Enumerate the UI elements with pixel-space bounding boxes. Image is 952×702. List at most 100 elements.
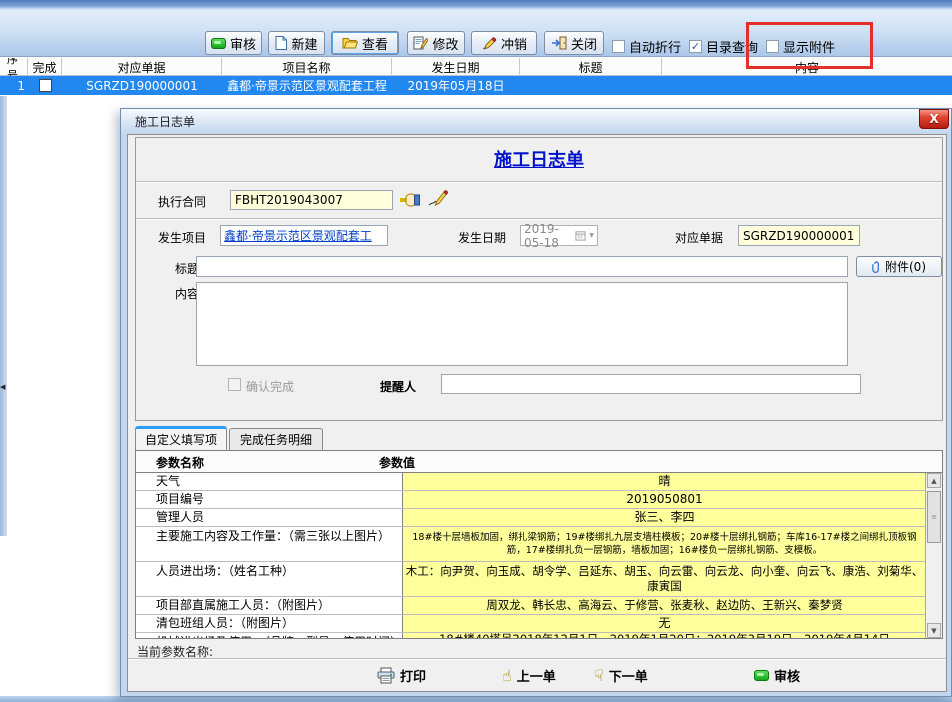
- tab-custom-fields-label: 自定义填写项: [145, 431, 217, 448]
- project-label: 发生项目: [158, 229, 206, 246]
- contract-label: 执行合同: [158, 193, 206, 210]
- footer-audit-icon: [754, 670, 769, 681]
- new-button-label: 新建: [291, 34, 317, 53]
- row-done-checkbox[interactable]: [39, 79, 52, 92]
- parameter-grid-header: 参数名称 参数值: [136, 451, 942, 473]
- date-picker[interactable]: 2019-05-18 ▼: [520, 225, 598, 246]
- list-row-selected[interactable]: 1 SGRZD190000001 鑫都·帝景示范区景观配套工程 2019年05月…: [0, 76, 952, 95]
- separator: [136, 181, 942, 183]
- print-button[interactable]: 打印: [377, 666, 426, 685]
- new-button[interactable]: 新建: [268, 31, 325, 55]
- footer-audit-label: 审核: [774, 666, 800, 685]
- close-button-label: 关闭: [571, 34, 597, 53]
- view-button[interactable]: 查看: [331, 31, 399, 55]
- writeoff-pencil-icon: [481, 36, 497, 50]
- reminder-label: 提醒人: [380, 378, 416, 395]
- select-hand-icon[interactable]: [399, 191, 421, 209]
- row-project: 鑫都·帝景示范区景观配套工程: [222, 76, 392, 95]
- footer-audit-button[interactable]: 审核: [754, 666, 800, 685]
- column-header-date[interactable]: 发生日期: [392, 58, 520, 76]
- attachment-button[interactable]: 附件(0): [856, 256, 942, 277]
- modify-button-label: 修改: [432, 34, 458, 53]
- print-button-label: 打印: [400, 666, 426, 685]
- project-link[interactable]: 鑫都·帝景示范区景观配套工: [224, 227, 372, 244]
- param-row-subcontract[interactable]: 清包班组人员：（附图片） 无: [136, 615, 926, 633]
- close-x-icon: X: [929, 112, 938, 126]
- hand-up-icon: ☝: [502, 667, 512, 685]
- catalog-query-checkbox-box[interactable]: ✓: [689, 40, 702, 53]
- modify-icon: [413, 36, 428, 50]
- attachment-button-label: 附件(0): [885, 258, 926, 275]
- tab-task-detail-label: 完成任务明细: [240, 431, 312, 448]
- audit-button-label: 审核: [230, 34, 256, 53]
- column-header-done[interactable]: 完成: [28, 58, 62, 76]
- grid-scrollbar[interactable]: ▲ ≡ ▼: [925, 473, 942, 638]
- date-label: 发生日期: [458, 229, 506, 246]
- content-textarea[interactable]: [196, 282, 848, 366]
- new-document-icon: [275, 36, 287, 50]
- modify-button[interactable]: 修改: [407, 31, 465, 55]
- autowrap-checkbox-box[interactable]: [612, 40, 625, 53]
- column-header-doc[interactable]: 对应单据: [62, 58, 222, 76]
- param-row-personnel[interactable]: 人员进出场：（姓名工种） 木工：向尹贺、向玉成、胡令学、吕延东、胡玉、向云雷、向…: [136, 562, 926, 597]
- tab-task-detail[interactable]: 完成任务明细: [229, 428, 323, 450]
- confirm-complete-label: 确认完成: [246, 378, 294, 395]
- column-header-seq[interactable]: 序号: [7, 58, 28, 76]
- contract-input[interactable]: [230, 190, 393, 210]
- previous-record-button[interactable]: ☝ 上一单: [502, 666, 556, 685]
- paperclip-icon: [872, 260, 881, 274]
- reminder-input[interactable]: [441, 374, 861, 394]
- param-row-managers[interactable]: 管理人员 张三、李四: [136, 509, 926, 527]
- param-row-direct-staff[interactable]: 项目部直属施工人员：（附图片） 周双龙、韩长忠、高海云、于修营、张麦秋、赵边防、…: [136, 597, 926, 615]
- confirm-complete-checkbox[interactable]: [228, 378, 241, 391]
- separator: [128, 658, 946, 660]
- column-header-title[interactable]: 标题: [520, 58, 662, 76]
- scroll-up-button[interactable]: ▲: [927, 473, 941, 488]
- autowrap-checkbox[interactable]: 自动折行: [612, 37, 681, 56]
- left-splitter[interactable]: [0, 96, 7, 536]
- printer-icon: [377, 667, 395, 684]
- separator: [136, 218, 942, 220]
- collapse-arrow-icon[interactable]: ◀: [0, 381, 8, 393]
- form-title: 施工日志单: [136, 146, 942, 172]
- doc-input[interactable]: [738, 225, 860, 246]
- close-button[interactable]: 关闭: [544, 31, 604, 55]
- date-value: 2019-05-18: [524, 222, 572, 250]
- column-header-project[interactable]: 项目名称: [222, 58, 392, 76]
- param-row-machinery[interactable]: 机械进出场及使用：（品牌、型号、使用时间） 18#楼40塔吊2018年12月1日…: [136, 633, 926, 639]
- application-window: 审核 新建 查看 修改 冲销 关闭 自动折行 ✓ 目录查询 显示附件 序号 完成…: [0, 0, 952, 702]
- date-dropdown-icon[interactable]: ▼: [589, 232, 594, 239]
- writeoff-button[interactable]: 冲销: [471, 31, 537, 55]
- exit-door-icon: [551, 36, 567, 50]
- dialog-body: 施工日志单 执行合同 发生项目 鑫都·帝景示范区景观配套工 发生日期 2019-…: [127, 134, 947, 692]
- dialog-close-button[interactable]: X: [919, 109, 949, 129]
- row-done-cell: [28, 76, 62, 95]
- row-date: 2019年05月18日: [392, 76, 520, 95]
- hand-down-icon: ☟: [594, 667, 604, 685]
- dialog-title: 施工日志单: [135, 113, 195, 130]
- row-doc: SGRZD190000001: [62, 76, 222, 95]
- param-name-header[interactable]: 参数名称: [156, 454, 204, 471]
- next-record-button[interactable]: ☟ 下一单: [594, 666, 648, 685]
- param-row-main-work[interactable]: 主要施工内容及工作量：（需三张以上图片） 18#楼十层墙板加固，绑扎梁钢筋；19…: [136, 527, 926, 562]
- scroll-down-button[interactable]: ▼: [927, 623, 941, 638]
- previous-button-label: 上一单: [517, 666, 556, 685]
- parameter-grid: 参数名称 参数值 天气 晴 项目编号 2019050801 管理人员 张三、李四: [135, 450, 943, 639]
- parameter-rows: 天气 晴 项目编号 2019050801 管理人员 张三、李四 主要施工内容及工…: [136, 473, 926, 639]
- dialog-titlebar[interactable]: 施工日志单: [121, 109, 951, 134]
- title-input[interactable]: [196, 256, 848, 277]
- audit-button[interactable]: 审核: [205, 31, 262, 55]
- writeoff-button-label: 冲销: [501, 34, 527, 53]
- scroll-thumb[interactable]: ≡: [927, 491, 941, 543]
- project-field[interactable]: 鑫都·帝景示范区景观配套工: [220, 225, 388, 246]
- edit-pencil-icon[interactable]: [427, 189, 449, 208]
- next-button-label: 下一单: [609, 666, 648, 685]
- param-value-header[interactable]: 参数值: [379, 454, 415, 471]
- calendar-icon[interactable]: [575, 230, 586, 241]
- param-row-project-no[interactable]: 项目编号 2019050801: [136, 491, 926, 509]
- construction-log-dialog: 施工日志单 X 施工日志单 执行合同 发生项目 鑫都·帝景示范区景观配套工: [120, 108, 952, 697]
- tab-custom-fields[interactable]: 自定义填写项: [135, 426, 227, 450]
- doc-label: 对应单据: [675, 229, 723, 246]
- param-row-weather[interactable]: 天气 晴: [136, 473, 926, 491]
- row-seq: 1: [7, 76, 28, 95]
